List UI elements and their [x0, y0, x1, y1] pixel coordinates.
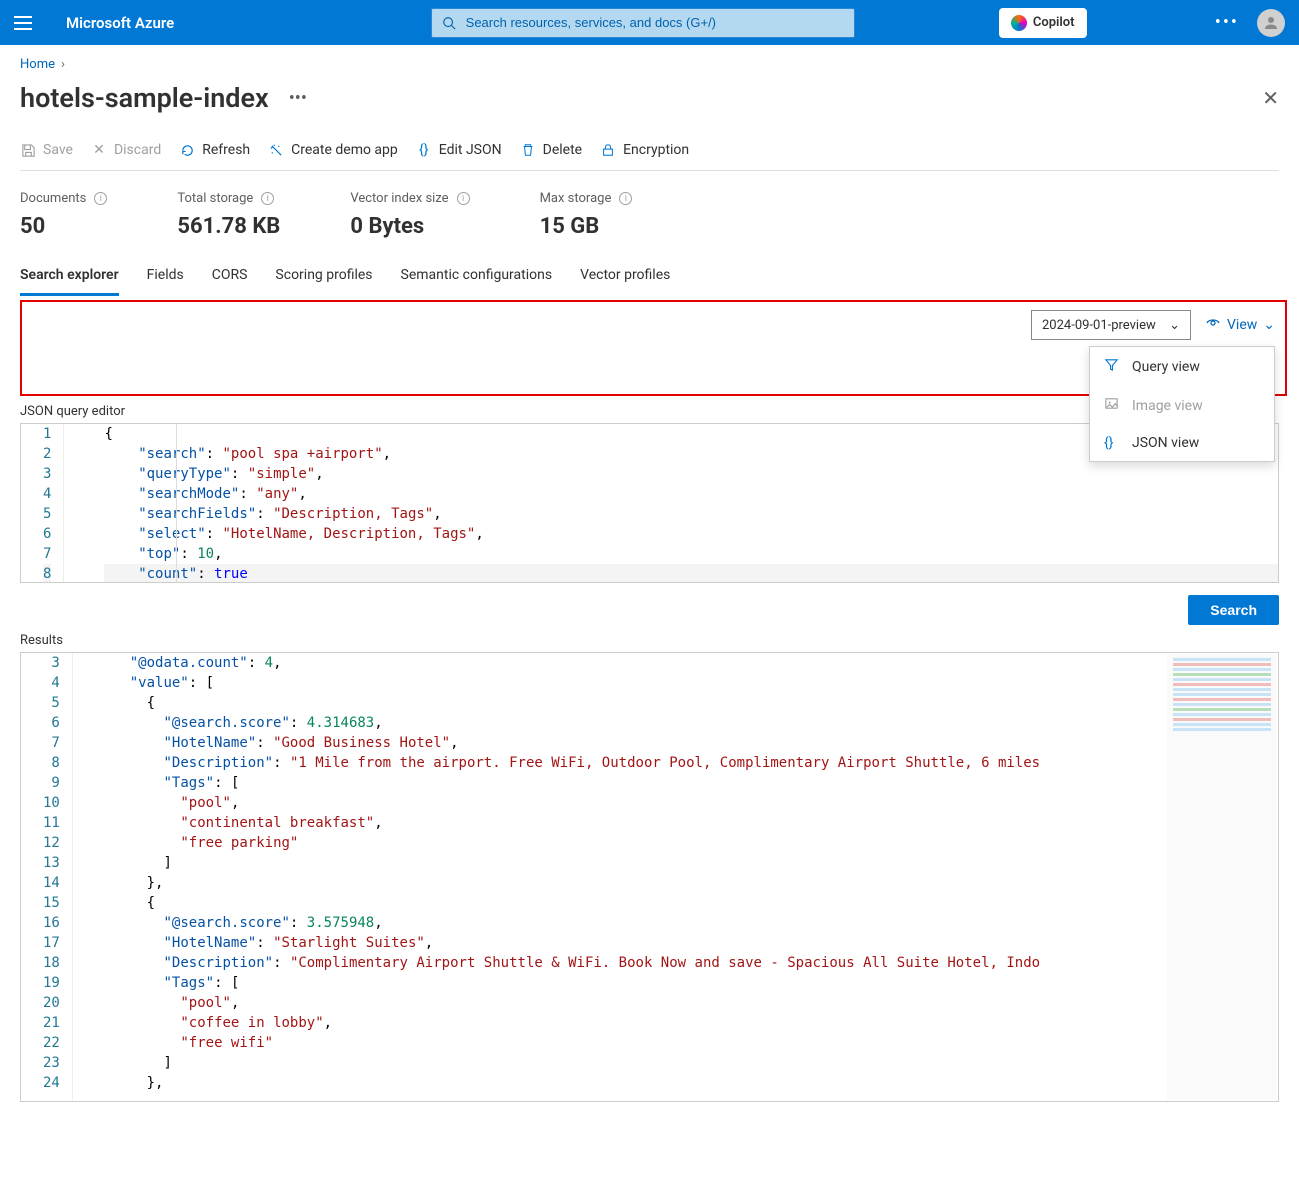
info-icon[interactable]: i [457, 192, 470, 205]
view-menu-image: Image view [1090, 386, 1274, 425]
discard-button: ✕ Discard [91, 142, 161, 158]
topbar: Microsoft Azure Copilot ••• [0, 0, 1299, 45]
stat-documents: Documentsi 50 [20, 191, 107, 239]
tab-semantic[interactable]: Semantic configurations [401, 261, 553, 296]
tab-vector[interactable]: Vector profiles [580, 261, 670, 296]
chevron-down-icon: ⌄ [1263, 317, 1275, 333]
close-icon[interactable]: ✕ [1262, 86, 1279, 110]
page-title: hotels-sample-index [20, 82, 269, 114]
breadcrumb-home[interactable]: Home [20, 57, 55, 72]
stat-storage: Total storagei 561.78 KB [177, 191, 280, 239]
highlighted-area: 2024-09-01-preview ⌄ View ⌄ Query view I… [20, 300, 1287, 396]
save-button: Save [20, 142, 73, 158]
chevron-down-icon: ⌄ [1169, 318, 1180, 333]
delete-button[interactable]: Delete [520, 142, 582, 158]
tabs: Search explorer Fields CORS Scoring prof… [20, 261, 1279, 296]
avatar[interactable] [1257, 9, 1285, 37]
results-label: Results [20, 633, 1279, 648]
search-button[interactable]: Search [1188, 595, 1279, 625]
tab-search-explorer[interactable]: Search explorer [20, 261, 119, 296]
discard-icon: ✕ [91, 142, 107, 158]
trash-icon [520, 142, 536, 158]
chevron-right-icon: › [61, 57, 65, 72]
brand[interactable]: Microsoft Azure [66, 14, 174, 32]
copilot-label: Copilot [1033, 15, 1075, 30]
copilot-button[interactable]: Copilot [999, 8, 1087, 38]
stat-vector: Vector index sizei 0 Bytes [350, 191, 469, 239]
tab-scoring[interactable]: Scoring profiles [275, 261, 372, 296]
stat-max: Max storagei 15 GB [540, 191, 633, 239]
api-version-select[interactable]: 2024-09-01-preview ⌄ [1031, 310, 1191, 340]
refresh-button[interactable]: Refresh [179, 142, 250, 158]
create-demo-button[interactable]: Create demo app [268, 142, 398, 158]
person-icon [1262, 14, 1280, 32]
more-icon[interactable]: ••• [1215, 12, 1239, 33]
stats: Documentsi 50 Total storagei 561.78 KB V… [20, 191, 1279, 239]
braces-icon: {} [1104, 435, 1120, 451]
search-icon [442, 16, 456, 30]
edit-json-button[interactable]: {} Edit JSON [416, 142, 502, 158]
copilot-icon [1011, 15, 1027, 31]
menu-icon[interactable] [14, 8, 44, 38]
view-menu-json[interactable]: {} JSON view [1090, 425, 1274, 461]
wand-icon [268, 142, 284, 158]
minimap[interactable] [1167, 654, 1277, 1100]
info-icon[interactable]: i [619, 192, 632, 205]
breadcrumb: Home › [20, 57, 1279, 72]
results-editor[interactable]: 3456789101112131415161718192021222324 "@… [20, 652, 1279, 1102]
search-input[interactable] [464, 14, 844, 31]
tab-fields[interactable]: Fields [147, 261, 184, 296]
toolbar: Save ✕ Discard Refresh Create demo app {… [20, 142, 1279, 171]
refresh-icon [179, 142, 195, 158]
eye-icon [1205, 315, 1221, 335]
tab-cors[interactable]: CORS [212, 261, 248, 296]
save-icon [20, 142, 36, 158]
view-menu-query[interactable]: Query view [1090, 347, 1274, 386]
encryption-button[interactable]: Encryption [600, 142, 689, 158]
info-icon[interactable]: i [261, 192, 274, 205]
view-button[interactable]: View ⌄ [1205, 315, 1275, 335]
image-icon [1104, 396, 1120, 415]
filter-icon [1104, 357, 1120, 376]
search-input-container[interactable] [431, 8, 855, 38]
title-more-icon[interactable]: ••• [289, 88, 307, 109]
info-icon[interactable]: i [94, 192, 107, 205]
braces-icon: {} [416, 142, 432, 158]
lock-icon [600, 142, 616, 158]
view-menu: Query view Image view {} JSON view [1089, 346, 1275, 462]
